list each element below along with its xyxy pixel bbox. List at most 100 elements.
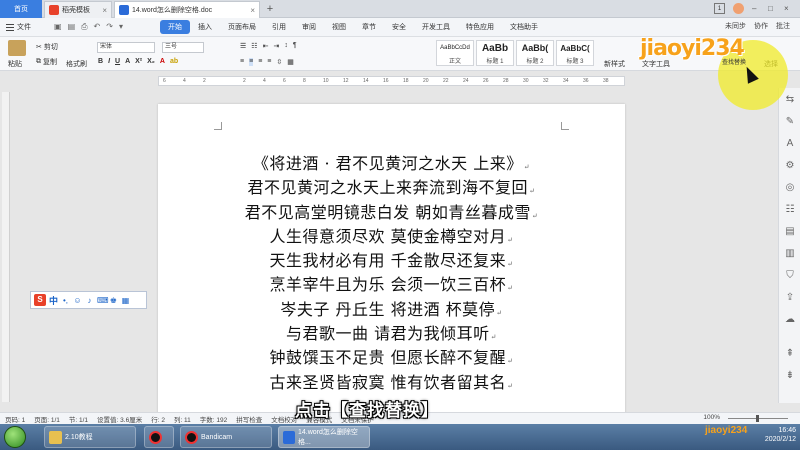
toolbox-icon[interactable]: ▦ <box>121 296 130 305</box>
taskbar-folder[interactable]: 2.10教程 <box>44 426 136 448</box>
borders-icon[interactable]: ▦ <box>287 58 294 66</box>
taskbar-record[interactable] <box>144 426 174 448</box>
format-panel-icon[interactable]: A <box>784 138 796 150</box>
numbered-list-icon[interactable]: ☷ <box>251 42 257 50</box>
ime-mode-toggle[interactable]: 中 <box>49 294 58 307</box>
bookmark-icon[interactable]: ⛉ <box>784 270 796 282</box>
maximize-icon[interactable]: □ <box>768 4 776 13</box>
menu-home[interactable]: 开始 <box>160 20 190 34</box>
menu-layout[interactable]: 页面布局 <box>220 22 264 32</box>
justify-icon[interactable]: ≡ <box>267 58 271 66</box>
taskbar-bandicam[interactable]: Bandicam <box>180 426 272 448</box>
italic-button[interactable]: I <box>108 58 110 65</box>
settings-icon[interactable]: ⚙ <box>784 160 796 172</box>
close-icon[interactable]: × <box>102 6 107 15</box>
poem-body[interactable]: 《将进酒 · 君不见黄河之水天 上来》↵ 君不见黄河之水天上来奔流到海不复回↵ 君不… <box>158 152 625 395</box>
review-icon[interactable]: ☷ <box>784 204 796 216</box>
avatar[interactable] <box>733 3 744 14</box>
underline-button[interactable]: U <box>115 58 120 65</box>
share-icon[interactable]: ⇪ <box>784 292 796 304</box>
backup-icon[interactable]: ☁ <box>784 314 796 326</box>
align-right-icon[interactable]: ≡ <box>258 58 262 66</box>
poem-line[interactable]: 烹羊宰牛且为乐 会须一饮三百杯↵ <box>158 273 625 297</box>
new-tab-button[interactable]: + <box>262 1 278 17</box>
translate-icon[interactable]: ◎ <box>784 182 796 194</box>
tab-template[interactable]: 稻壳模板 × <box>44 1 112 18</box>
undo-icon[interactable]: ↶ <box>94 22 101 32</box>
status-proof[interactable]: 文档校对 <box>271 414 297 424</box>
font-name-select[interactable]: 宋体 <box>97 42 155 53</box>
close-window-icon[interactable]: × <box>784 4 792 13</box>
skin-icon[interactable]: ♚ <box>109 296 118 305</box>
layout-icon[interactable]: ▥ <box>784 248 796 260</box>
menu-security[interactable]: 安全 <box>384 22 414 32</box>
decrease-indent-icon[interactable]: ⇤ <box>263 42 269 50</box>
poem-line[interactable]: 与君歌一曲 请君为我倾耳听↵ <box>158 322 625 346</box>
cut-button[interactable]: ✂ 剪切 <box>36 42 58 52</box>
menu-chapter[interactable]: 章节 <box>354 22 384 32</box>
font-color-button[interactable]: A <box>160 58 165 65</box>
menu-assistant[interactable]: 文档助手 <box>502 22 546 32</box>
menu-insert[interactable]: 插入 <box>190 22 220 32</box>
menu-view[interactable]: 视图 <box>324 22 354 32</box>
dropdown-icon[interactable]: ▾ <box>119 22 123 32</box>
menu-developer[interactable]: 开发工具 <box>414 22 458 32</box>
menu-review[interactable]: 审阅 <box>294 22 324 32</box>
start-button[interactable] <box>4 426 26 448</box>
style-normal[interactable]: AaBbCcDd 正文 <box>436 40 474 66</box>
style-heading-2[interactable]: AaBb( 标题 2 <box>516 40 554 66</box>
emoji-icon[interactable]: ☺ <box>73 296 82 305</box>
system-tray-clock[interactable]: 16:46 2020/2/12 <box>765 426 796 444</box>
bold-button[interactable]: B <box>98 58 103 65</box>
superscript-button[interactable]: X² <box>135 58 142 65</box>
document-page[interactable]: 《将进酒 · 君不见黄河之水天 上来》↵ 君不见黄河之水天上来奔流到海不复回↵ 君不… <box>158 104 625 414</box>
microphone-icon[interactable]: ♪ <box>85 296 94 305</box>
punctuation-icon[interactable]: •, <box>61 296 70 305</box>
minimize-icon[interactable]: – <box>752 4 760 13</box>
increase-indent-icon[interactable]: ⇥ <box>273 42 279 50</box>
save-icon[interactable]: ▣ <box>54 22 62 32</box>
close-icon[interactable]: × <box>250 6 255 15</box>
redo-icon[interactable]: ↷ <box>106 22 113 32</box>
tab-home[interactable]: 首页 <box>0 0 42 18</box>
line-spacing-icon[interactable]: ⇳ <box>276 58 282 66</box>
scroll-down-icon[interactable]: ⇟ <box>784 370 796 382</box>
poem-line[interactable]: 古来圣贤皆寂寞 惟有饮者留其名↵ <box>158 371 625 395</box>
poem-line[interactable]: 人生得意须尽欢 莫使金樽空对月↵ <box>158 225 625 249</box>
align-left-icon[interactable]: ≡ <box>240 58 244 66</box>
status-words[interactable]: 字数: 192 <box>200 414 227 424</box>
file-menu[interactable]: 文件 <box>0 22 50 32</box>
zoom-slider[interactable] <box>728 415 788 422</box>
poem-line[interactable]: 钟鼓馔玉不足贵 但愿长醉不复醒↵ <box>158 346 625 370</box>
poem-line[interactable]: 君不见黄河之水天上来奔流到海不复回↵ <box>158 176 625 200</box>
tab-document[interactable]: 14.word怎么删除空格.doc × <box>114 1 260 18</box>
strike-button[interactable]: A <box>125 58 130 65</box>
scroll-up-icon[interactable]: ⇞ <box>784 348 796 360</box>
sync-button[interactable]: 未同步 <box>725 21 746 31</box>
subscript-button[interactable]: X₂ <box>147 58 155 65</box>
font-size-select[interactable]: 三号 <box>162 42 204 53</box>
document-icon[interactable]: ▤ <box>784 226 796 238</box>
style-heading-3[interactable]: AaBbC( 标题 3 <box>556 40 594 66</box>
open-icon[interactable]: ▤ <box>68 22 76 32</box>
sogou-logo-icon[interactable]: S <box>34 294 46 306</box>
bullet-list-icon[interactable]: ☰ <box>240 42 246 50</box>
new-style-button[interactable]: 新样式 <box>604 59 625 69</box>
sort-icon[interactable]: ↕ <box>284 42 288 50</box>
poem-line[interactable]: 天生我材必有用 千金散尽还复来↵ <box>158 249 625 273</box>
poem-line[interactable]: 岑夫子 丹丘生 将进酒 杯莫停↵ <box>158 298 625 322</box>
status-spell[interactable]: 拼写检查 <box>236 414 262 424</box>
highlight-color-button[interactable]: ab <box>170 58 178 65</box>
collab-button[interactable]: 协作 <box>754 21 768 31</box>
print-icon[interactable]: ⎙ <box>81 22 87 32</box>
zoom-level[interactable]: 100% <box>703 414 720 421</box>
paste-button[interactable]: 粘贴 <box>8 59 22 69</box>
taskbar-wps[interactable]: 14.word怎么删除空格... <box>278 426 370 448</box>
paste-icon[interactable] <box>8 40 26 56</box>
style-panel-icon[interactable]: ✎ <box>784 116 796 128</box>
keyboard-icon[interactable]: ⌨ <box>97 296 109 305</box>
poem-line[interactable]: 君不见高堂明镜悲白发 朝如青丝暮成雪↵ <box>158 201 625 225</box>
align-center-icon[interactable]: ≡ <box>249 58 254 66</box>
notification-badge[interactable]: 1 <box>714 3 725 14</box>
side-panel-icon[interactable]: ⇆ <box>784 94 796 106</box>
